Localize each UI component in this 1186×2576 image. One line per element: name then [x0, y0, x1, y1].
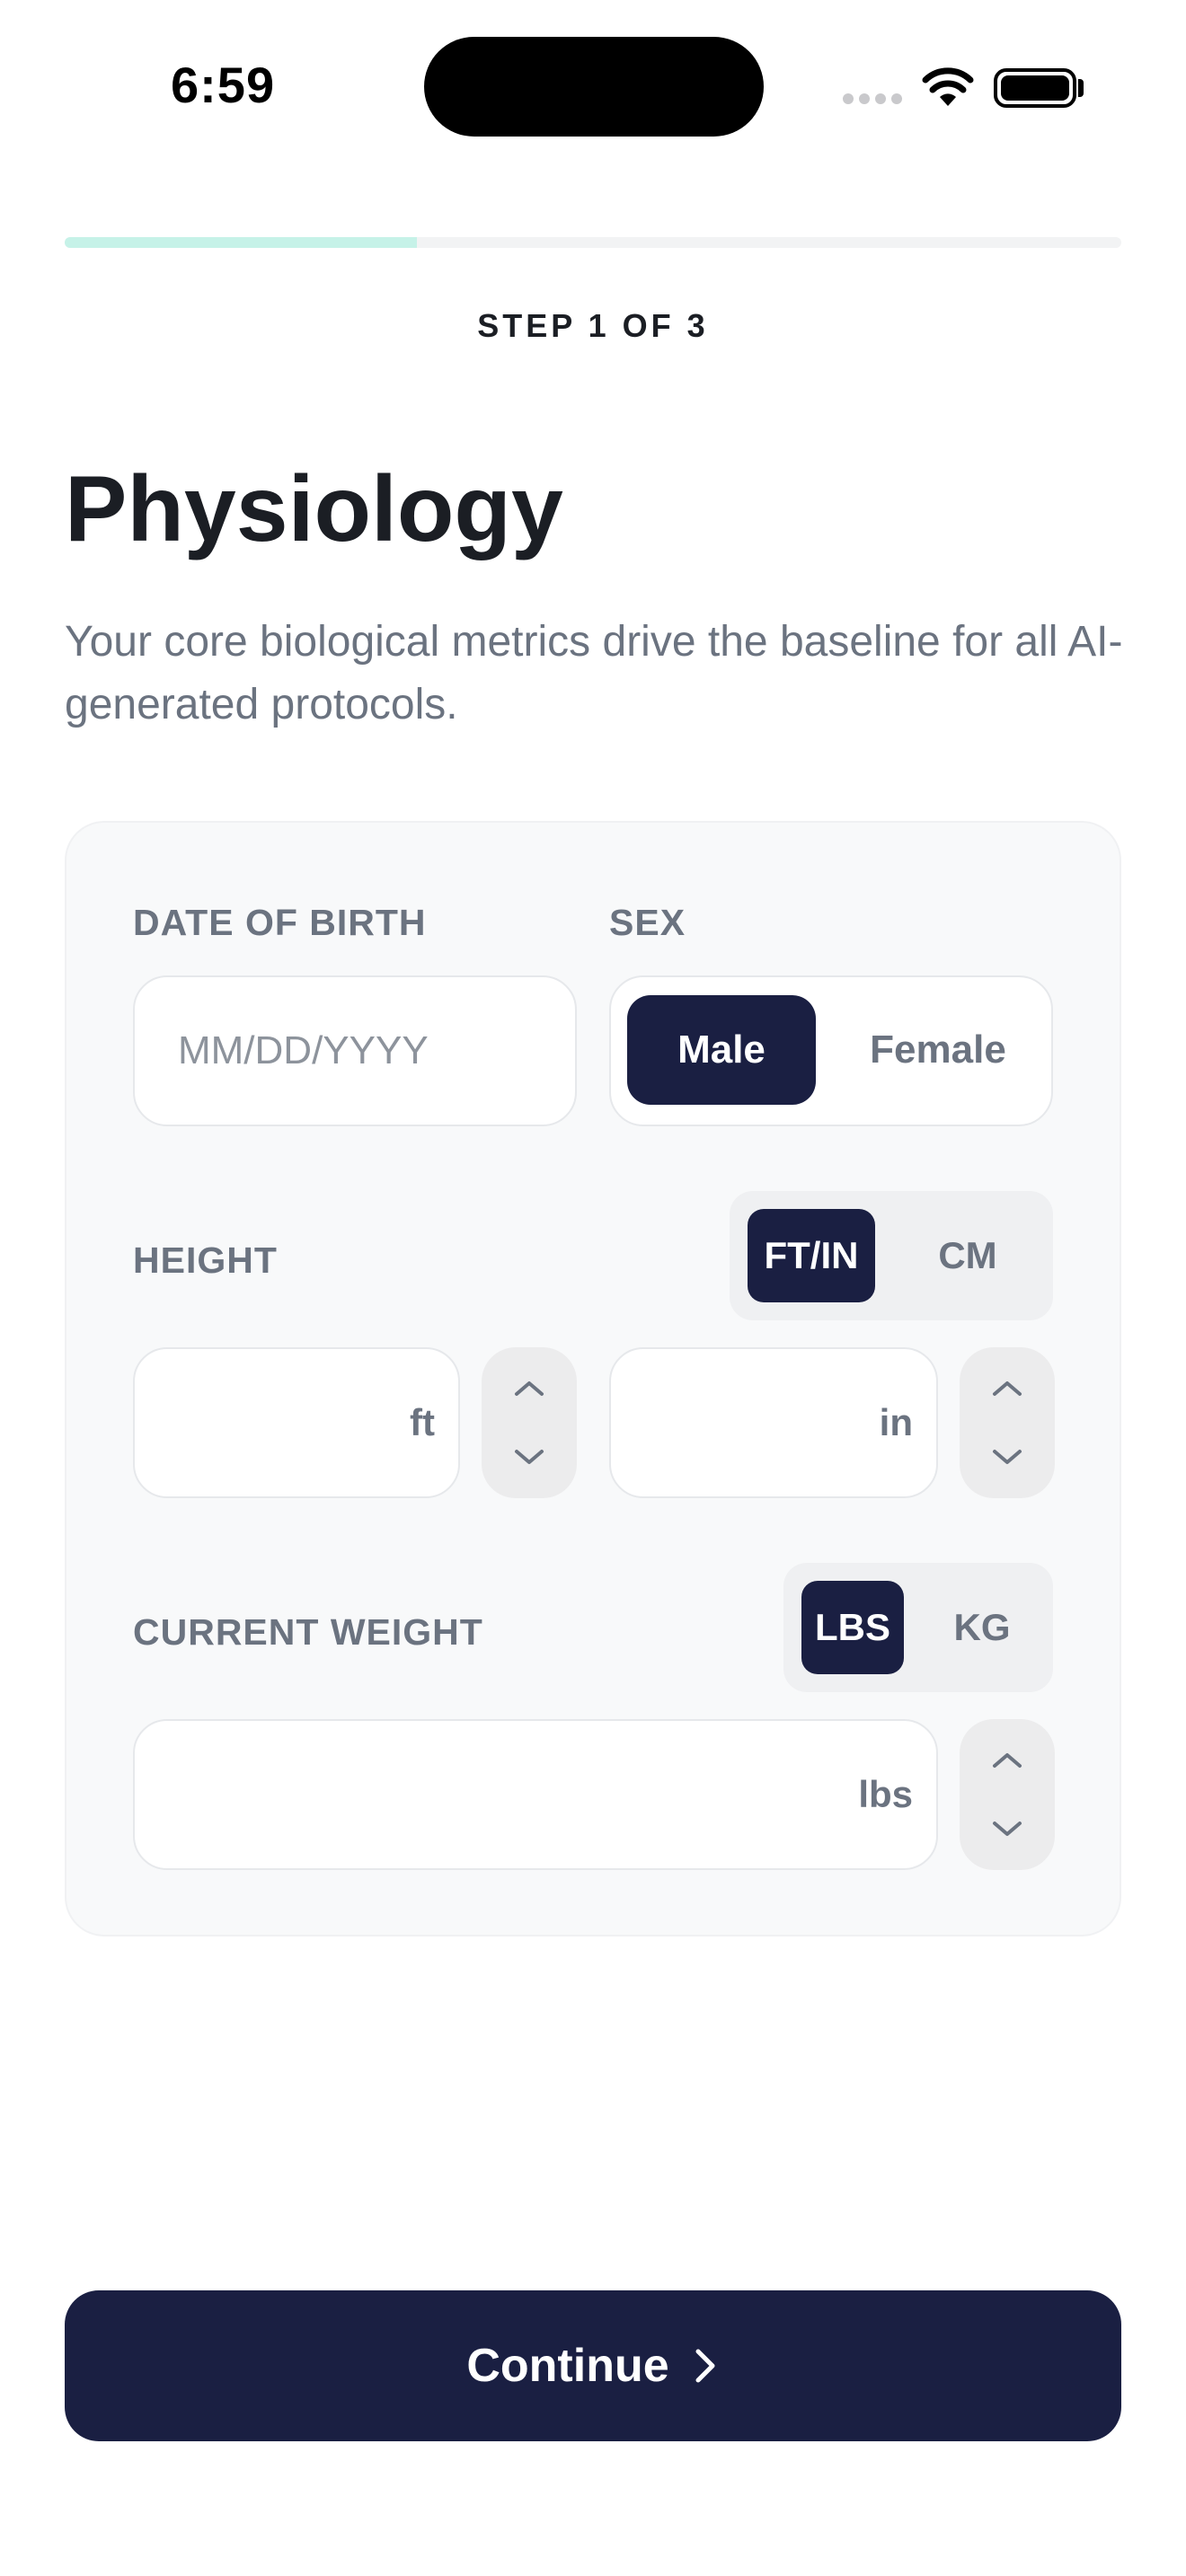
- height-feet-input[interactable]: ft: [133, 1347, 460, 1498]
- feet-unit-suffix: ft: [410, 1401, 435, 1443]
- height-inches-input[interactable]: in: [609, 1347, 938, 1498]
- dynamic-island: [424, 37, 764, 137]
- continue-button[interactable]: Continue: [65, 2290, 1121, 2441]
- weight-input[interactable]: lbs: [133, 1719, 938, 1870]
- height-label: HEIGHT: [133, 1239, 278, 1281]
- battery-icon: [994, 68, 1076, 108]
- page-subtitle: Your core biological metrics drive the b…: [65, 618, 1123, 728]
- chevron-down-icon[interactable]: [989, 1446, 1025, 1468]
- dob-input[interactable]: [133, 975, 577, 1126]
- dob-label: DATE OF BIRTH: [133, 902, 427, 943]
- battery-tip: [1078, 79, 1084, 97]
- progress-bar: [65, 237, 1121, 248]
- height-unit-ftin[interactable]: FT/IN: [748, 1209, 875, 1302]
- chevron-up-icon[interactable]: [989, 1750, 1025, 1771]
- chevron-right-icon: [695, 2349, 715, 2383]
- inches-stepper: [960, 1347, 1055, 1498]
- weight-unit-suffix: lbs: [858, 1773, 913, 1815]
- progress-fill: [65, 237, 417, 248]
- cellular-signal-icon: [843, 93, 902, 104]
- weight-unit-lbs[interactable]: LBS: [801, 1581, 904, 1674]
- sex-option-male[interactable]: Male: [627, 995, 816, 1105]
- page-title: Physiology: [65, 457, 563, 561]
- chevron-up-icon[interactable]: [989, 1378, 1025, 1399]
- inches-unit-suffix: in: [879, 1401, 913, 1443]
- status-time: 6:59: [171, 57, 276, 113]
- sex-label: SEX: [609, 902, 686, 943]
- weight-unit-kg[interactable]: KG: [929, 1581, 1035, 1674]
- step-indicator: STEP 1 OF 3: [477, 307, 709, 344]
- weight-stepper: [960, 1719, 1055, 1870]
- feet-stepper: [482, 1347, 577, 1498]
- wifi-icon: [922, 67, 974, 106]
- height-unit-cm[interactable]: CM: [900, 1209, 1035, 1302]
- continue-label: Continue: [466, 2340, 669, 2392]
- chevron-up-icon[interactable]: [511, 1378, 547, 1399]
- weight-label: CURRENT WEIGHT: [133, 1611, 483, 1653]
- chevron-down-icon[interactable]: [989, 1818, 1025, 1839]
- chevron-down-icon[interactable]: [511, 1446, 547, 1468]
- sex-option-female[interactable]: Female: [841, 995, 1035, 1105]
